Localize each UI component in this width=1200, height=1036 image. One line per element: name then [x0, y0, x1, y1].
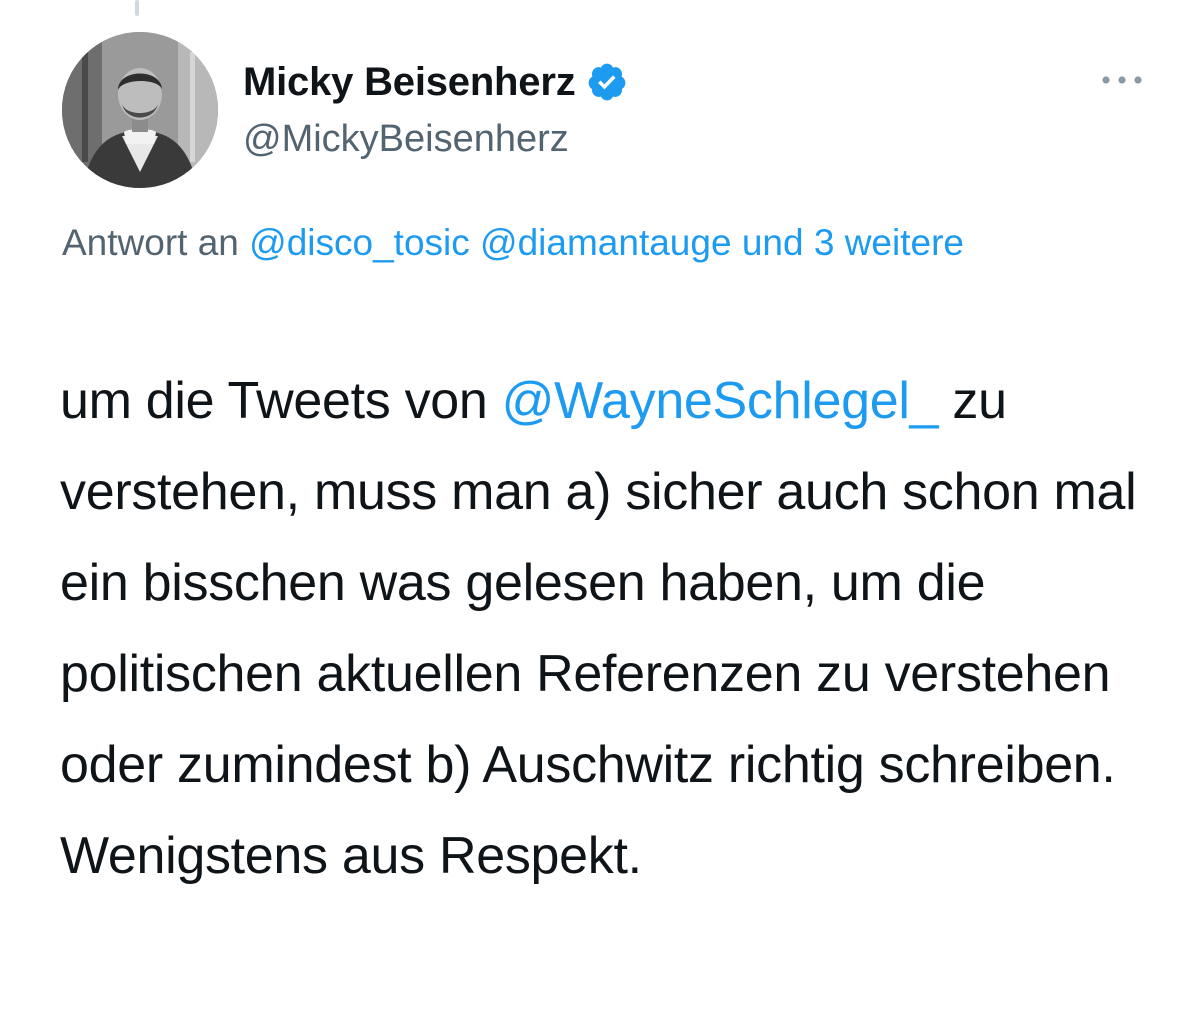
tweet-text-part: zu verstehen, muss man a) sicher auch sc…: [60, 372, 1137, 885]
reply-mention-link[interactable]: @diamantauge: [480, 222, 732, 263]
author-name-row: Micky Beisenherz: [243, 58, 628, 106]
reply-context: Antwort an @disco_tosic @diamantauge und…: [62, 212, 1122, 274]
verified-badge-icon: [588, 63, 625, 101]
thread-connector-line: [135, 0, 139, 16]
tweet-text-part: um die Tweets von: [60, 372, 502, 430]
more-options-button[interactable]: [1092, 62, 1152, 98]
tweet-text: um die Tweets von @WayneSchlegel_ zu ver…: [60, 356, 1170, 902]
author-display-name[interactable]: Micky Beisenherz: [243, 58, 576, 106]
reply-more-users-link[interactable]: und 3 weitere: [742, 222, 964, 263]
avatar-image: [62, 32, 218, 188]
avatar[interactable]: [62, 32, 218, 188]
tweet-mention-link[interactable]: @WayneSchlegel_: [502, 372, 939, 430]
author-handle[interactable]: @MickyBeisenherz: [243, 116, 569, 162]
more-horizontal-icon: [1102, 76, 1142, 84]
reply-mention-link[interactable]: @disco_tosic: [249, 222, 470, 263]
reply-context-prefix: Antwort an: [62, 222, 239, 263]
